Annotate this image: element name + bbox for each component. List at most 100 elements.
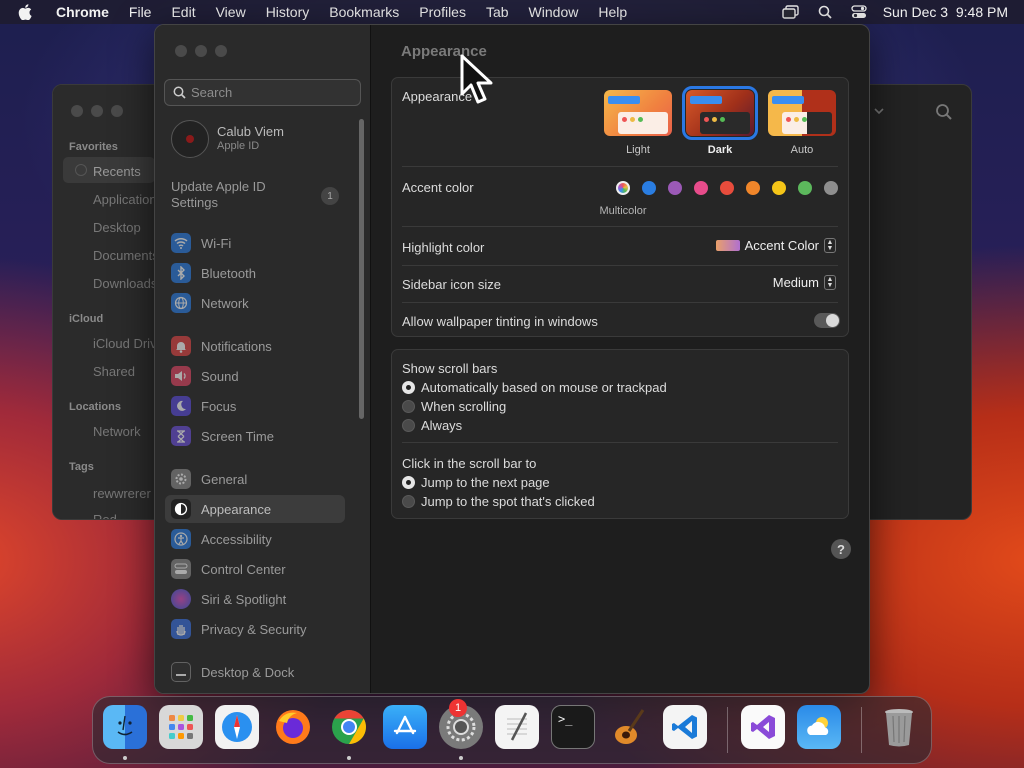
highlight-color-select[interactable]: Accent Color ▲ ▼: [715, 238, 836, 253]
close-icon[interactable]: [71, 105, 83, 117]
finder-tag-item[interactable]: Red: [93, 512, 117, 519]
radio-scroll-automatic[interactable]: [402, 381, 415, 394]
search-icon[interactable]: [935, 103, 953, 126]
sidebar-item-bluetooth[interactable]: Bluetooth: [165, 259, 345, 287]
garageband-icon[interactable]: [607, 705, 651, 749]
system-settings-window[interactable]: Search Calub Viem Apple ID Update Apple …: [154, 24, 870, 694]
finder-item-applications[interactable]: Applications: [93, 192, 163, 207]
finder-item-recents[interactable]: Recents: [93, 164, 141, 179]
update-apple-id-item[interactable]: Update Apple ID Settings: [171, 179, 301, 211]
finder-tag-item[interactable]: rewwrerer: [93, 486, 151, 501]
radio-scroll-always[interactable]: [402, 419, 415, 432]
radio-label[interactable]: Always: [421, 418, 857, 433]
notification-badge: 1: [449, 699, 467, 717]
spotlight-search-icon[interactable]: [815, 3, 835, 21]
firefox-icon[interactable]: [271, 705, 315, 749]
accent-orange-swatch[interactable]: [746, 181, 760, 195]
radio-jump-next-page[interactable]: [402, 476, 415, 489]
theme-dark-label[interactable]: Dark: [686, 144, 754, 156]
wallpaper-tinting-toggle[interactable]: [814, 313, 840, 328]
sidebar-item-siri-spotlight[interactable]: Siri & Spotlight: [165, 585, 345, 613]
finder-icon[interactable]: [103, 705, 147, 749]
radio-label[interactable]: Jump to the spot that's clicked: [421, 494, 857, 509]
accent-purple-swatch[interactable]: [668, 181, 682, 195]
accent-multicolor-swatch[interactable]: [616, 181, 630, 195]
accent-green-swatch[interactable]: [798, 181, 812, 195]
menu-app-name[interactable]: Chrome: [56, 4, 109, 20]
screen-mirroring-icon[interactable]: [781, 3, 801, 21]
accent-pink-swatch[interactable]: [694, 181, 708, 195]
search-input[interactable]: Search: [164, 79, 361, 106]
theme-auto-thumbnail[interactable]: [768, 90, 836, 136]
sidebar-icon-size-select[interactable]: Medium ▲ ▼: [773, 275, 836, 290]
theme-dark-thumbnail[interactable]: [682, 86, 758, 140]
zoom-icon[interactable]: [111, 105, 123, 117]
launchpad-icon[interactable]: [159, 705, 203, 749]
terminal-icon[interactable]: >_: [551, 705, 595, 749]
sidebar-item-control-center[interactable]: Control Center: [165, 555, 345, 583]
menu-history[interactable]: History: [266, 4, 310, 20]
vscode-icon[interactable]: [663, 705, 707, 749]
safari-icon[interactable]: [215, 705, 259, 749]
avatar[interactable]: [171, 120, 209, 158]
sidebar-item-general[interactable]: General: [165, 465, 345, 493]
sidebar-scrollbar[interactable]: [359, 119, 364, 419]
running-indicator: [123, 756, 127, 760]
menu-clock[interactable]: Sun Dec 3 9:48 PM: [883, 4, 1008, 20]
radio-scroll-when-scrolling[interactable]: [402, 400, 415, 413]
menu-help[interactable]: Help: [598, 4, 627, 20]
sidebar-item-privacy-security[interactable]: Privacy & Security: [165, 615, 345, 643]
menu-file[interactable]: File: [129, 4, 152, 20]
menu-bookmarks[interactable]: Bookmarks: [329, 4, 399, 20]
finder-item-downloads[interactable]: Downloads: [93, 276, 157, 291]
menu-tab[interactable]: Tab: [486, 4, 509, 20]
dock-icon: [171, 662, 191, 682]
accent-red-swatch[interactable]: [720, 181, 734, 195]
apple-menu-icon[interactable]: [16, 3, 34, 21]
user-name[interactable]: Calub Viem: [217, 124, 284, 139]
menu-profiles[interactable]: Profiles: [419, 4, 466, 20]
menu-window[interactable]: Window: [529, 4, 579, 20]
help-button[interactable]: ?: [831, 539, 851, 559]
radio-label[interactable]: When scrolling: [421, 399, 857, 414]
finder-item-desktop[interactable]: Desktop: [93, 220, 141, 235]
accent-blue-swatch[interactable]: [642, 181, 656, 195]
minimize-icon[interactable]: [195, 45, 207, 57]
theme-auto-label[interactable]: Auto: [768, 144, 836, 156]
radio-jump-to-spot[interactable]: [402, 495, 415, 508]
sidebar-item-sound[interactable]: Sound: [165, 362, 345, 390]
finder-item-shared[interactable]: Shared: [93, 364, 135, 379]
sidebar-item-screen-time[interactable]: Screen Time: [165, 422, 345, 450]
accent-yellow-swatch[interactable]: [772, 181, 786, 195]
dock-separator: [727, 707, 728, 753]
menu-view[interactable]: View: [216, 4, 246, 20]
accent-graphite-swatch[interactable]: [824, 181, 838, 195]
sidebar-item-network[interactable]: Network: [165, 289, 345, 317]
search-icon: [173, 86, 186, 99]
finder-item-network[interactable]: Network: [93, 424, 141, 439]
chrome-icon[interactable]: [327, 705, 371, 749]
visual-studio-icon[interactable]: [741, 705, 785, 749]
sidebar-item-notifications[interactable]: Notifications: [165, 332, 345, 360]
minimize-icon[interactable]: [91, 105, 103, 117]
menu-edit[interactable]: Edit: [171, 4, 195, 20]
close-icon[interactable]: [175, 45, 187, 57]
textedit-icon[interactable]: [495, 705, 539, 749]
finder-item-documents[interactable]: Documents: [93, 248, 159, 263]
radio-label[interactable]: Jump to the next page: [421, 475, 857, 490]
chevron-down-icon[interactable]: [873, 103, 885, 121]
weather-icon[interactable]: [797, 705, 841, 749]
radio-label[interactable]: Automatically based on mouse or trackpad: [421, 380, 857, 395]
theme-light-label[interactable]: Light: [604, 144, 672, 156]
zoom-icon[interactable]: [215, 45, 227, 57]
trash-icon[interactable]: [877, 705, 921, 749]
sidebar-item-accessibility[interactable]: Accessibility: [165, 525, 345, 553]
sidebar-item-label: Screen Time: [201, 428, 274, 444]
control-center-icon[interactable]: [849, 3, 869, 21]
sidebar-item-appearance[interactable]: Appearance: [165, 495, 345, 523]
sidebar-item-focus[interactable]: Focus: [165, 392, 345, 420]
theme-light-thumbnail[interactable]: [604, 90, 672, 136]
sidebar-item-wifi[interactable]: Wi-Fi: [165, 229, 345, 257]
app-store-icon[interactable]: [383, 705, 427, 749]
sidebar-item-desktop-dock[interactable]: Desktop & Dock: [165, 658, 345, 686]
